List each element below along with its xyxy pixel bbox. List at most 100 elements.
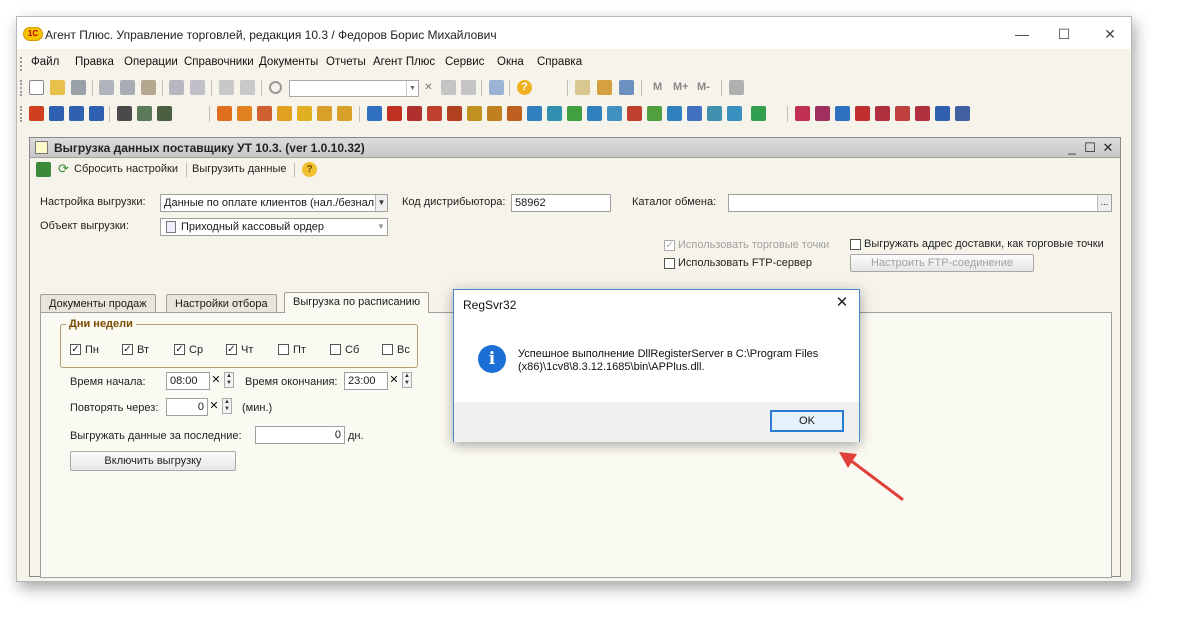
- minimize-button[interactable]: —: [1007, 25, 1037, 43]
- memory-add-button[interactable]: M+: [673, 81, 689, 93]
- day-sat-checkbox[interactable]: [330, 344, 341, 355]
- start-time-spinner[interactable]: ▲ ▼: [224, 372, 234, 388]
- dialog-close-button[interactable]: ✕: [833, 294, 851, 312]
- doc-cash-icon[interactable]: [297, 106, 312, 121]
- day-fri-checkbox[interactable]: [278, 344, 289, 355]
- day-thu-checkbox[interactable]: ✓: [226, 344, 237, 355]
- doc-receipt-icon[interactable]: [547, 106, 562, 121]
- doc-writeoff-icon[interactable]: [407, 106, 422, 121]
- calculator-icon[interactable]: [575, 80, 590, 95]
- doc-transfer-icon[interactable]: [387, 106, 402, 121]
- refresh-icon[interactable]: ⟳: [56, 162, 71, 177]
- cut-icon[interactable]: [99, 80, 114, 95]
- doc-in-icon[interactable]: [367, 106, 382, 121]
- report-5-icon[interactable]: [875, 106, 890, 121]
- calendar-icon[interactable]: [597, 80, 612, 95]
- use-trade-points-checkbox[interactable]: ✓: [664, 240, 675, 251]
- menu-documents[interactable]: Документы: [259, 56, 318, 68]
- report-4-icon[interactable]: [855, 106, 870, 121]
- doc-sales-icon[interactable]: [237, 106, 252, 121]
- redo-icon[interactable]: [240, 80, 255, 95]
- catalog-input[interactable]: ...: [728, 194, 1112, 212]
- doc-reval-icon[interactable]: [507, 106, 522, 121]
- doc-blue-2-icon[interactable]: [607, 106, 622, 121]
- spin-down-icon[interactable]: ▼: [404, 380, 410, 386]
- users-icon[interactable]: [619, 80, 634, 95]
- repeat-clear-icon[interactable]: ✕: [208, 398, 220, 414]
- journal-2-icon[interactable]: [69, 106, 84, 121]
- tab-schedule[interactable]: Выгрузка по расписанию: [284, 292, 430, 313]
- menu-windows[interactable]: Окна: [497, 56, 524, 68]
- tools-icon[interactable]: [729, 80, 744, 95]
- doc-price-icon[interactable]: [467, 106, 482, 121]
- chevron-down-icon[interactable]: ▼: [375, 195, 387, 211]
- child-close-button[interactable]: ✕: [1100, 140, 1116, 156]
- print-preview-icon[interactable]: [190, 80, 205, 95]
- doc-blue-3-icon[interactable]: [667, 106, 682, 121]
- clear-search-icon[interactable]: ✕: [421, 80, 436, 95]
- new-document-icon[interactable]: [29, 80, 44, 95]
- menu-file[interactable]: Файл: [31, 56, 59, 68]
- journal-3-icon[interactable]: [89, 106, 104, 121]
- memory-button[interactable]: M: [653, 81, 662, 93]
- print-icon[interactable]: [169, 80, 184, 95]
- menu-service[interactable]: Сервис: [445, 56, 484, 68]
- menu-operations[interactable]: Операции: [124, 56, 178, 68]
- export-address-checkbox[interactable]: [850, 239, 861, 250]
- report-8-icon[interactable]: [935, 106, 950, 121]
- day-wed-checkbox[interactable]: ✓: [174, 344, 185, 355]
- report-7-icon[interactable]: [915, 106, 930, 121]
- spin-down-icon[interactable]: ▼: [224, 406, 230, 412]
- doc-invoice-icon[interactable]: [527, 106, 542, 121]
- report-6-icon[interactable]: [895, 106, 910, 121]
- spin-down-icon[interactable]: ▼: [226, 380, 232, 386]
- chart-icon[interactable]: [157, 106, 172, 121]
- doc-blue-6-icon[interactable]: [727, 106, 742, 121]
- menu-references[interactable]: Справочники: [184, 56, 254, 68]
- tab-sales-documents[interactable]: Документы продаж: [40, 294, 156, 313]
- save-icon[interactable]: [71, 80, 86, 95]
- search-combo[interactable]: ▼: [289, 80, 419, 97]
- chevron-down-icon[interactable]: ▼: [406, 81, 418, 96]
- doc-returns-icon[interactable]: [257, 106, 272, 121]
- menu-reports[interactable]: Отчеты: [326, 56, 366, 68]
- last-days-input[interactable]: 0: [255, 426, 345, 444]
- ftp-setup-button[interactable]: Настроить FTP-соединение: [850, 254, 1034, 272]
- report-9-icon[interactable]: [955, 106, 970, 121]
- report-2-icon[interactable]: [815, 106, 830, 121]
- start-time-clear-icon[interactable]: ✕: [210, 372, 222, 388]
- undo-icon[interactable]: [219, 80, 234, 95]
- day-mon-checkbox[interactable]: ✓: [70, 344, 81, 355]
- enable-export-button[interactable]: Включить выгрузку: [70, 451, 236, 471]
- register-icon[interactable]: [137, 106, 152, 121]
- child-maximize-button[interactable]: ☐: [1082, 140, 1098, 156]
- copy-icon[interactable]: [120, 80, 135, 95]
- end-time-spinner[interactable]: ▲ ▼: [402, 372, 412, 388]
- find-prev-icon[interactable]: [461, 80, 476, 95]
- doc-green-icon[interactable]: [567, 106, 582, 121]
- info-help-icon[interactable]: ?: [517, 80, 532, 95]
- report-1-icon[interactable]: [795, 106, 810, 121]
- doc-bank-icon[interactable]: [317, 106, 332, 121]
- day-sun-checkbox[interactable]: [382, 344, 393, 355]
- start-time-input[interactable]: 08:00: [166, 372, 210, 390]
- reset-settings-button[interactable]: Сбросить настройки: [74, 163, 178, 175]
- doc-payments-icon[interactable]: [277, 106, 292, 121]
- export-data-button[interactable]: Выгрузить данные: [192, 163, 286, 175]
- books-icon[interactable]: [29, 106, 44, 121]
- repeat-input[interactable]: 0: [166, 398, 208, 416]
- close-button[interactable]: ✕: [1095, 25, 1125, 43]
- doc-expenses-icon[interactable]: [337, 106, 352, 121]
- export-action-icon[interactable]: [36, 162, 51, 177]
- memory-subtract-button[interactable]: M-: [697, 81, 710, 93]
- object-select[interactable]: Приходный кассовый ордер ▼: [160, 218, 388, 236]
- repeat-spinner[interactable]: ▲ ▼: [222, 398, 232, 414]
- spin-up-icon[interactable]: ▲: [226, 373, 232, 379]
- doc-blue-4-icon[interactable]: [687, 106, 702, 121]
- settings-select[interactable]: Данные по оплате клиентов (нал./безнал ▼: [160, 194, 388, 212]
- ok-button[interactable]: OK: [770, 410, 844, 432]
- end-time-clear-icon[interactable]: ✕: [388, 372, 400, 388]
- end-time-input[interactable]: 23:00: [344, 372, 388, 390]
- doc-assembly-icon[interactable]: [447, 106, 462, 121]
- catalog-browse-button[interactable]: ...: [1097, 195, 1111, 211]
